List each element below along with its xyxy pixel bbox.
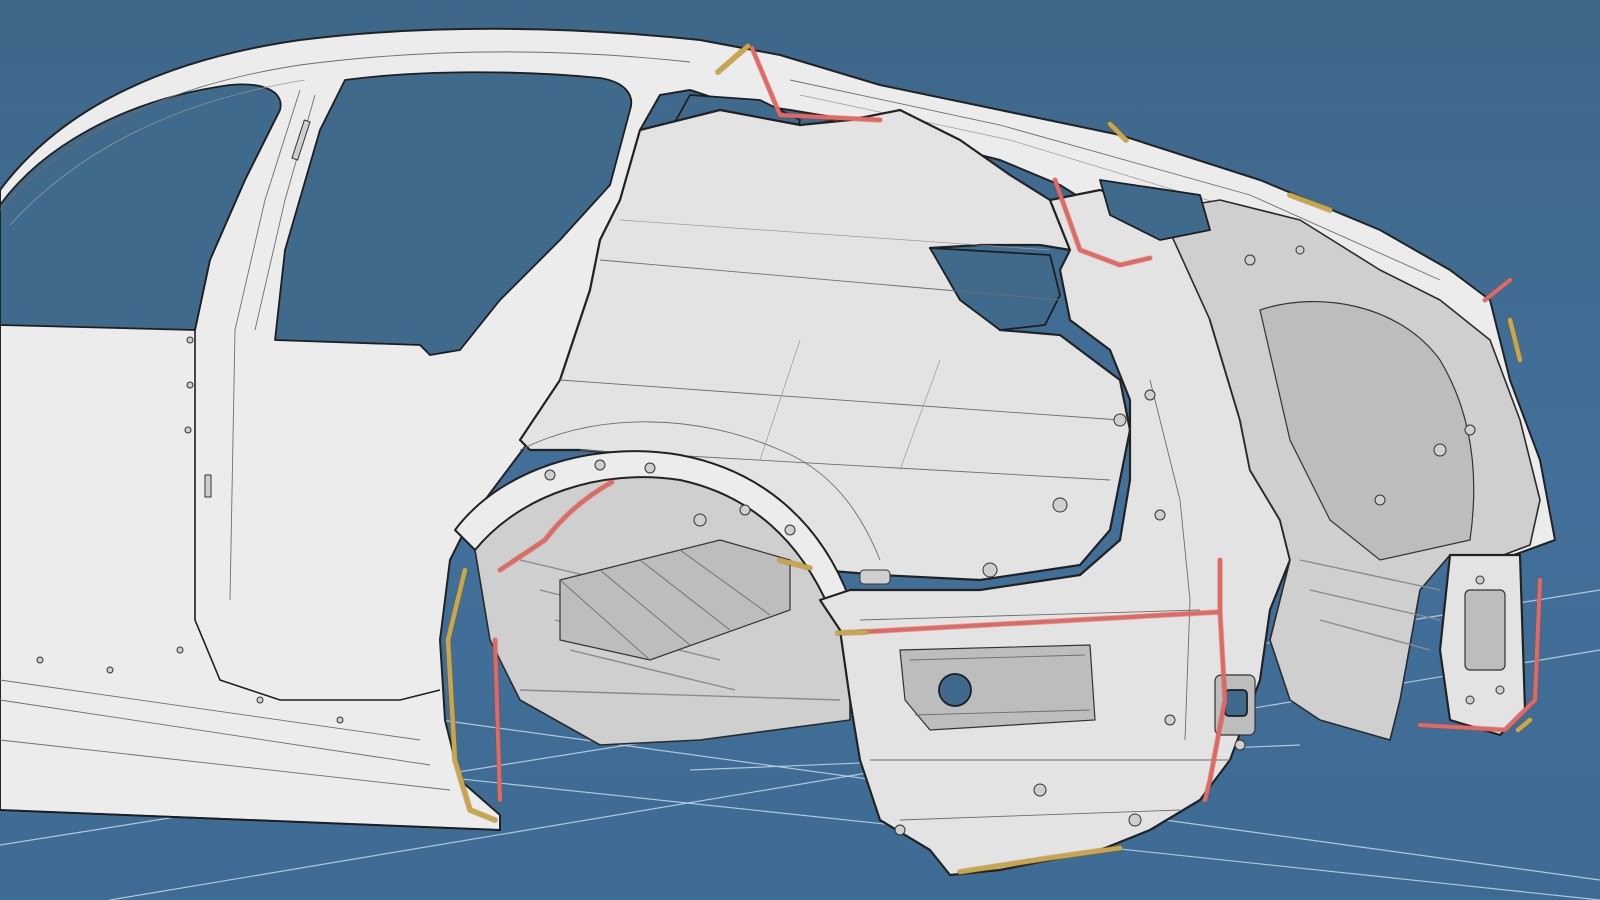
- 3d-viewport[interactable]: [0, 0, 1600, 900]
- car-body-model: [0, 27, 1600, 900]
